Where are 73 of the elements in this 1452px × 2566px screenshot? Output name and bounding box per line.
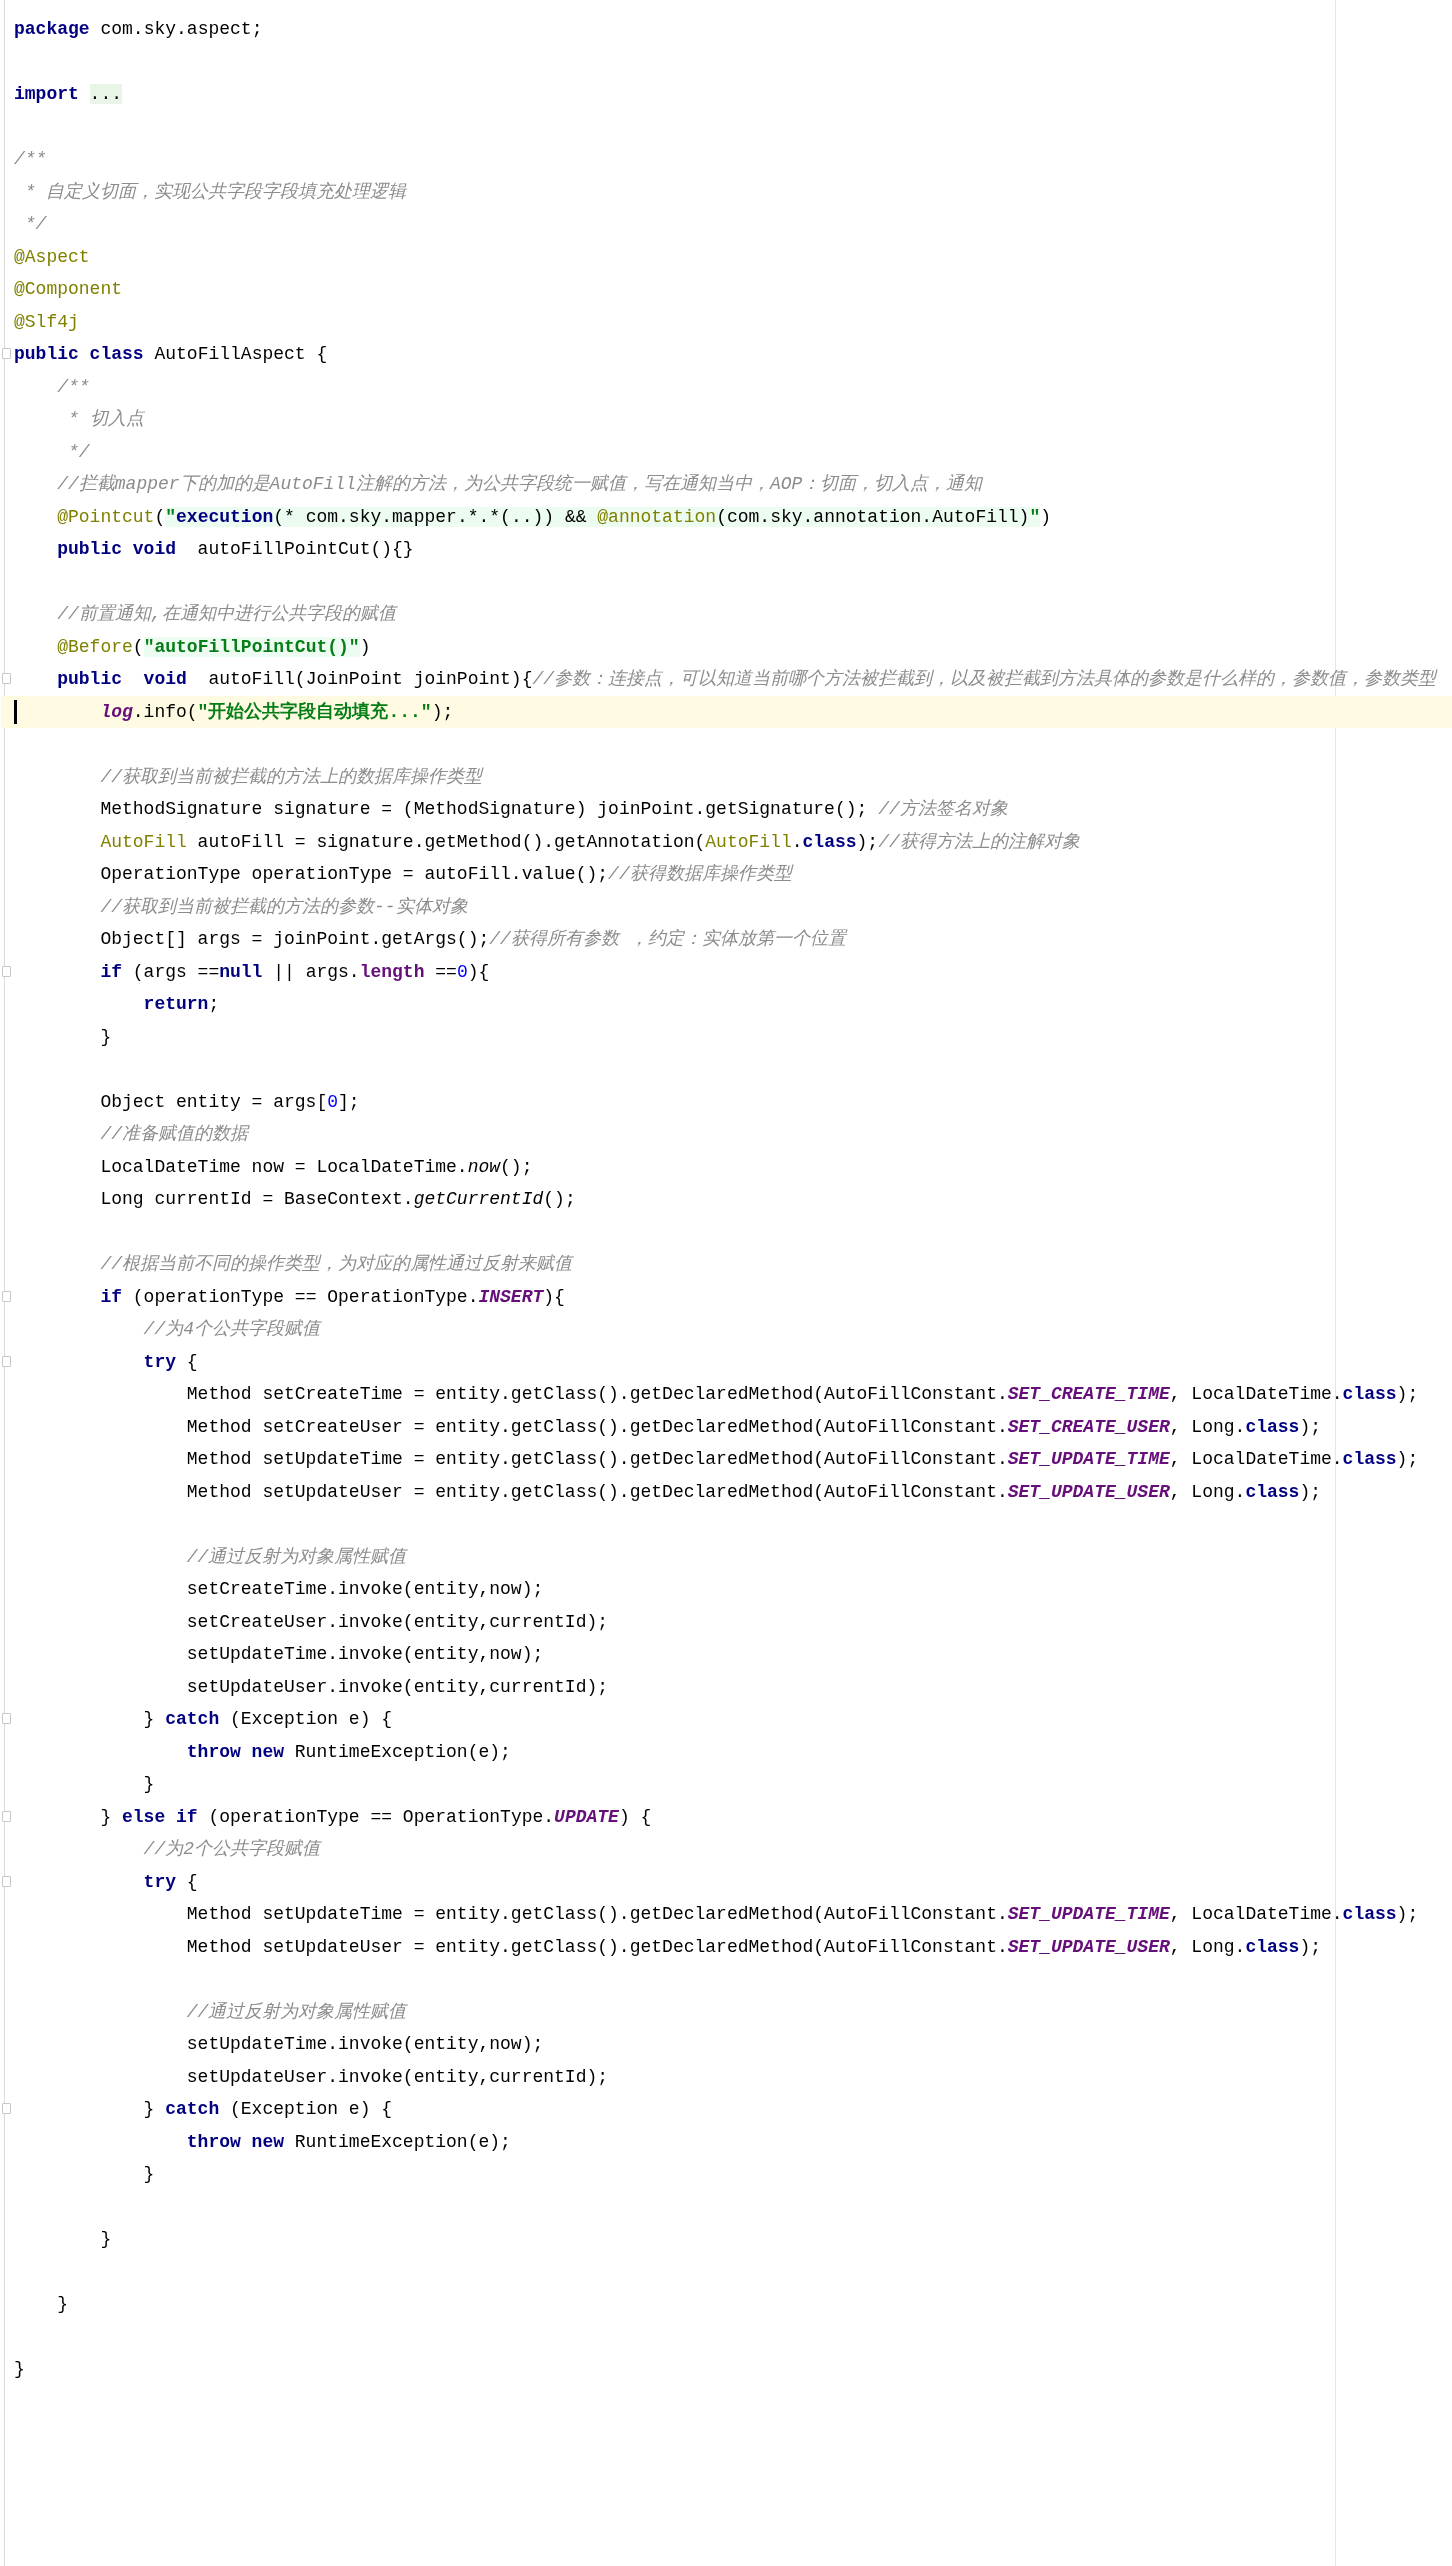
code-line: @Aspect <box>14 245 90 269</box>
fold-icon[interactable] <box>2 1355 11 1367</box>
fold-icon[interactable] <box>2 1290 11 1302</box>
code-line: //为2个公共字段赋值 <box>143 1838 320 1861</box>
code-line: setUpdateUser.invoke(entity,currentId); <box>186 2065 609 2089</box>
code-line: //获取到当前被拦截的方法上的数据库操作类型 <box>100 765 482 789</box>
code-line: public class AutoFillAspect { <box>14 343 328 366</box>
code-line: @Before("autoFillPointCut()") <box>57 635 371 659</box>
code-line: setUpdateUser.invoke(entity,currentId); <box>186 1675 609 1699</box>
code-line: @Slf4j <box>14 310 79 334</box>
code-line: Long currentId = BaseContext.getCurrentId(); <box>100 1188 576 1211</box>
code-line: Method setUpdateUser = entity.getClass().getDeclaredMethod(AutoFillConstant.SET_UPDATE_USER, Long.class); <box>186 1480 1321 1504</box>
code-line: } catch (Exception e) { <box>143 2098 393 2121</box>
code-line: //准备赋值的数据 <box>100 1123 248 1146</box>
code-line: try { <box>143 1870 198 1894</box>
fold-icon[interactable] <box>2 673 11 684</box>
code-line: OperationType operationType = autoFill.value();//获得数据库操作类型 <box>100 863 792 886</box>
code-line: LocalDateTime now = LocalDateTime.now(); <box>100 1155 533 1179</box>
fold-icon[interactable] <box>2 1713 11 1724</box>
code-line: } <box>143 2163 155 2186</box>
fold-icon[interactable] <box>2 965 11 977</box>
code-line: return; <box>143 993 220 1016</box>
fold-icon[interactable] <box>2 348 11 359</box>
code-line: //前置通知,在通知中进行公共字段的赋值 <box>57 603 396 626</box>
code-line: setCreateUser.invoke(entity,currentId); <box>186 1610 609 1634</box>
fold-icon[interactable] <box>2 2103 11 2114</box>
code-line: } <box>100 1025 112 1049</box>
code-line: //通过反射为对象属性赋值 <box>186 1545 407 1569</box>
code-line: //拦截mapper下的加的是AutoFill注解的方法，为公共字段统一赋值，写在通知当中，AOP：切面，切入点，通知 <box>57 473 983 496</box>
code-line: setUpdateTime.invoke(entity,now); <box>186 2033 544 2056</box>
code-line: Object[] args = joinPoint.getArgs();//获得所有参数 ，约定：实体放第一个位置 <box>100 928 846 951</box>
code-line: Method setCreateUser = entity.getClass().getDeclaredMethod(AutoFillConstant.SET_CREATE_USER, Long.class); <box>186 1415 1321 1439</box>
code-line: @Component <box>14 278 123 301</box>
code-line: public void autoFillPointCut(){} <box>57 538 414 561</box>
code-line: try { <box>143 1350 198 1374</box>
code-line: } <box>100 2228 112 2251</box>
code-line: */ <box>23 213 47 236</box>
code-line: package com.sky.aspect; <box>14 18 263 41</box>
code-line: } <box>57 2293 68 2316</box>
code-line: AutoFill autoFill = signature.getMethod().getAnnotation(AutoFill.class);//获得方法上的注解对象 <box>100 830 1080 854</box>
code-line: //为4个公共字段赋值 <box>143 1318 320 1341</box>
code-line: throw new RuntimeException(e); <box>186 1740 511 1764</box>
code-line: * 自定义切面，实现公共字段字段填充处理逻辑 <box>23 180 407 204</box>
code-line: */ <box>67 440 90 464</box>
code-line: import ... <box>14 83 122 106</box>
code-line: } <box>14 2358 25 2381</box>
code-line: /** <box>57 375 90 399</box>
code-line: @Pointcut("execution(* com.sky.mapper.*.*(..)) && @annotation(com.sky.annotation.AutoFill)") <box>57 505 1052 529</box>
code-line: Method setUpdateTime = entity.getClass().getDeclaredMethod(AutoFillConstant.SET_UPDATE_TIME, LocalDateTime.class); <box>186 1903 1419 1926</box>
code-line: * 切入点 <box>67 408 144 431</box>
code-line: } catch (Exception e) { <box>143 1708 393 1731</box>
fold-icon[interactable] <box>2 1875 11 1887</box>
code-line: Object entity = args[0]; <box>100 1090 360 1114</box>
code-line: MethodSignature signature = (MethodSignature) joinPoint.getSignature(); //方法签名对象 <box>100 798 1008 821</box>
text-cursor <box>14 699 17 724</box>
code-line: if (operationType == OperationType.INSERT){ <box>100 1285 565 1309</box>
code-line: throw new RuntimeException(e); <box>186 2130 511 2154</box>
code-line: if (args ==null || args.length ==0){ <box>100 960 490 984</box>
code-line: public void autoFill(JoinPoint joinPoint){//参数：连接点，可以知道当前哪个方法被拦截到，以及被拦截到方法具体的参数是什么样的，参数值，参数类型 <box>57 668 1437 691</box>
code-line: Method setCreateTime = entity.getClass().getDeclaredMethod(AutoFillConstant.SET_CREATE_TIME, LocalDateTime.class); <box>186 1383 1419 1406</box>
code-line: log.info("开始公共字段自动填充..."); <box>100 700 454 724</box>
code-line: Method setUpdateUser = entity.getClass().getDeclaredMethod(AutoFillConstant.SET_UPDATE_USER, Long.class); <box>186 1935 1321 1959</box>
code-line: //获取到当前被拦截的方法的参数--实体对象 <box>100 895 468 919</box>
code-line: //根据当前不同的操作类型，为对应的属性通过反射来赋值 <box>100 1253 572 1276</box>
code-line: Method setUpdateTime = entity.getClass().getDeclaredMethod(AutoFillConstant.SET_UPDATE_TIME, LocalDateTime.class); <box>186 1448 1419 1471</box>
code-line: } <box>143 1773 155 1796</box>
code-line: /** <box>14 148 47 171</box>
code-line: //通过反射为对象属性赋值 <box>186 2000 407 2024</box>
code-line: setCreateTime.invoke(entity,now); <box>186 1578 544 1601</box>
code-line: } else if (operationType == OperationType.UPDATE) { <box>100 1805 652 1829</box>
fold-icon[interactable] <box>2 1810 11 1822</box>
code-editor[interactable] <box>4 0 1452 2566</box>
code-line: setUpdateTime.invoke(entity,now); <box>186 1643 544 1666</box>
